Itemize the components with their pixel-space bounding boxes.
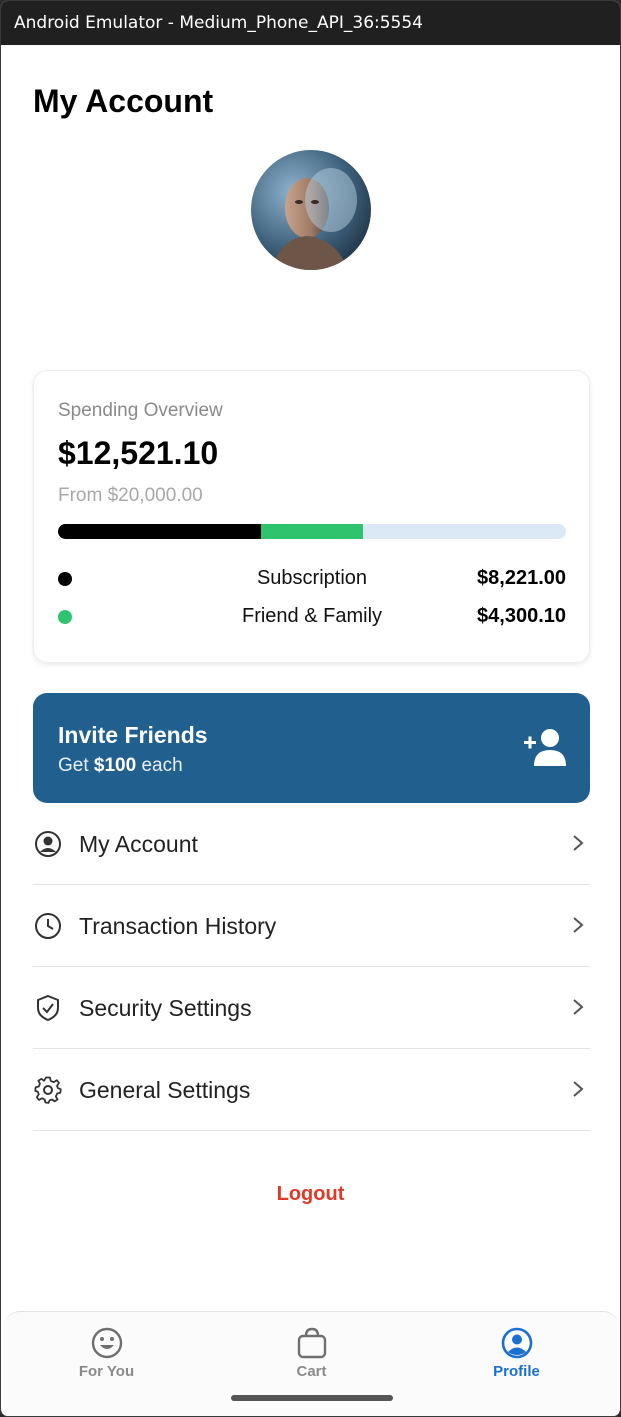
legend-value: $8,221.00 — [477, 567, 566, 589]
clock-icon — [35, 913, 61, 939]
avatar[interactable] — [251, 150, 371, 270]
smiley-icon — [91, 1327, 123, 1359]
profile-icon — [501, 1327, 533, 1359]
nav-label: For You — [78, 1363, 135, 1380]
emulator-window: Android Emulator - Medium_Phone_API_36:5… — [0, 0, 621, 1417]
spending-overview-card: Spending Overview $12,521.10 From $20,00… — [33, 370, 590, 663]
legend-value: $4,300.10 — [477, 605, 566, 627]
invite-title: Invite Friends — [58, 722, 208, 748]
chevron-right-icon — [573, 1081, 584, 1097]
page-title: My Account — [33, 83, 214, 119]
chevron-right-icon — [573, 999, 584, 1015]
nav-label: Cart — [296, 1363, 327, 1380]
spending-limit: From $20,000.00 — [58, 485, 203, 506]
nav-label: Profile — [493, 1363, 540, 1380]
menu-label: Transaction History — [79, 913, 277, 939]
avatar-photo — [251, 150, 371, 270]
nav-cart[interactable]: Cart — [209, 1312, 414, 1392]
phone-screen: My Account Spending Overview $12,521.10 … — [2, 45, 619, 1416]
user-circle-icon — [35, 831, 61, 857]
window-title: Android Emulator - Medium_Phone_API_36:5… — [1, 1, 620, 45]
menu-label: General Settings — [79, 1077, 251, 1103]
progress-subscription — [58, 524, 262, 539]
spending-total: $12,521.10 — [58, 435, 219, 471]
menu-label: My Account — [79, 831, 198, 857]
bag-icon — [297, 1327, 327, 1359]
invite-sub-prefix: Get — [58, 755, 94, 776]
invite-amount: $100 — [93, 755, 137, 776]
bottom-navigation: For You Cart Profile — [4, 1311, 619, 1416]
menu-item-general-settings[interactable]: General Settings — [33, 1049, 590, 1131]
add-user-icon — [524, 729, 566, 766]
nav-profile[interactable]: Profile — [414, 1312, 619, 1392]
menu-item-transaction-history[interactable]: Transaction History — [33, 885, 590, 967]
invite-subtitle: Get $100 each — [58, 755, 183, 777]
legend-row-subscription: Subscription $8,221.00 — [58, 567, 566, 591]
chevron-right-icon — [573, 835, 584, 851]
logout-button[interactable]: Logout — [2, 1183, 619, 1206]
chevron-right-icon — [573, 917, 584, 933]
invite-sub-suffix: each — [136, 755, 183, 776]
spending-progress-bar — [58, 524, 566, 539]
menu-label: Security Settings — [79, 995, 252, 1021]
progress-friends-family — [261, 524, 363, 539]
shield-check-icon — [37, 994, 59, 1022]
invite-friends-banner[interactable]: Invite Friends Get $100 each — [33, 693, 590, 803]
spending-label: Spending Overview — [58, 400, 223, 421]
nav-for-you[interactable]: For You — [4, 1312, 209, 1392]
gear-icon — [34, 1076, 62, 1104]
legend-row-friends-family: Friend & Family $4,300.10 — [58, 605, 566, 629]
menu-item-my-account[interactable]: My Account — [33, 803, 590, 885]
account-menu: My Account Transaction History Security … — [33, 803, 590, 1131]
menu-item-security-settings[interactable]: Security Settings — [33, 967, 590, 1049]
home-indicator[interactable] — [231, 1395, 393, 1401]
